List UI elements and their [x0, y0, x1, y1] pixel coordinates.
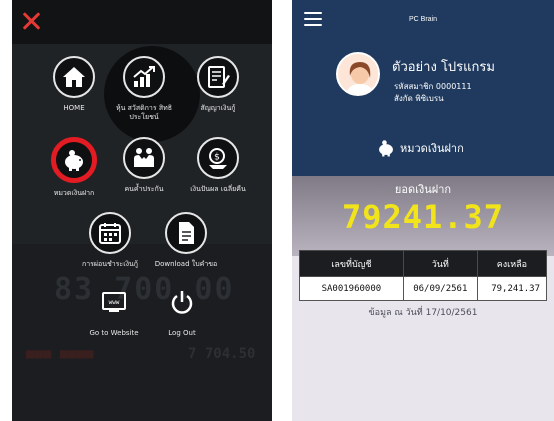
menu-item-label: หมวดเงินฝาก: [53, 189, 95, 197]
menu-item-home[interactable]: HOME: [34, 56, 114, 113]
growth-chart-icon: [123, 56, 165, 98]
menu-item-loan-installment[interactable]: การผ่อนชำระเงินกู้: [70, 212, 150, 269]
profile-header: PC Brain ตัวอย่าง โปรแกรม รหัสสมาชิก 000…: [292, 0, 554, 176]
calendar-icon: [89, 212, 131, 254]
menu-item-logout[interactable]: Log Out: [142, 281, 222, 338]
balance-amount: 79241.37: [341, 198, 505, 236]
account-number-cell: SA001960000: [299, 276, 404, 301]
menu-item-label: HOME: [63, 104, 85, 112]
header-background: [12, 0, 272, 44]
deposit-category-button[interactable]: หมวดเงินฝาก: [376, 138, 464, 158]
profile-name: ตัวอย่าง โปรแกรม: [392, 60, 495, 75]
avatar: [336, 52, 380, 96]
piggy-bank-icon: [51, 137, 97, 183]
menu-item-deposit[interactable]: หมวดเงินฝาก: [34, 137, 114, 198]
svg-text:$: $: [214, 153, 220, 163]
menu-item-label: เงินปันผล เฉลี่ยคืน: [190, 185, 246, 193]
menu-item-label: Log Out: [168, 329, 196, 337]
document-icon: [165, 212, 207, 254]
balance-label: ยอดเงินฝาก: [394, 183, 452, 196]
svg-text:www: www: [109, 299, 120, 306]
menu-screen: 83 700.00 ■■■ ■■■■ 7 704.50 HOME หุ้น สว…: [12, 0, 272, 421]
menu-item-label: คนค้ำประกัน: [124, 185, 164, 193]
table-row[interactable]: SA001960000 06/09/2561 79,241.37: [299, 276, 548, 301]
power-icon: [161, 281, 203, 323]
background-faded-amount: 7 704.50: [188, 346, 256, 362]
home-icon: [53, 56, 95, 98]
account-screen: PC Brain ตัวอย่าง โปรแกรม รหัสสมาชิก 000…: [292, 0, 554, 421]
date-cell: 06/09/2561: [402, 276, 478, 301]
menu-item-label: หุ้น สวัสดิการ สิทธิประโยชน์: [116, 104, 172, 121]
guarantor-icon: [123, 137, 165, 179]
menu-item-download-form[interactable]: Download ใบคำขอ: [146, 212, 226, 269]
menu-item-loan-contract[interactable]: สัญญาเงินกู้: [178, 56, 258, 113]
menu-item-dividend[interactable]: $ เงินปันผล เฉลี่ยคืน: [178, 137, 258, 194]
menu-item-guarantor[interactable]: คนค้ำประกัน: [104, 137, 184, 194]
menu-item-shares-welfare[interactable]: หุ้น สวัสดิการ สิทธิประโยชน์: [104, 56, 184, 122]
column-header-account: เลขที่บัญชี: [299, 250, 404, 277]
column-header-remaining: คงเหลือ: [476, 250, 548, 277]
data-as-of: ข้อมูล ณ วันที่ 17/10/2561: [368, 308, 478, 318]
column-header-date: วันที่: [402, 250, 478, 277]
menu-item-label: Download ใบคำขอ: [154, 260, 218, 268]
piggy-bank-icon: [379, 140, 393, 157]
table-header-row: เลขที่บัญชี วันที่ คงเหลือ: [299, 250, 548, 277]
website-icon: www: [93, 281, 135, 323]
menu-item-label: สัญญาเงินกู้: [200, 104, 236, 112]
branch: สังกัด พิซิเบรน: [394, 94, 444, 103]
account-table: เลขที่บัญชี วันที่ คงเหลือ SA001960000 0…: [299, 250, 548, 301]
app-title: PC Brain: [408, 16, 437, 23]
menu-item-label: การผ่อนชำระเงินกู้: [81, 260, 139, 268]
close-x-icon[interactable]: [20, 10, 42, 32]
background-faded-text: ■■■ ■■■■: [26, 346, 94, 362]
contract-icon: [197, 56, 239, 98]
remaining-cell: 79,241.37: [476, 276, 548, 301]
deposit-category-label: หมวดเงินฝาก: [400, 142, 464, 155]
dividend-icon: $: [197, 137, 239, 179]
